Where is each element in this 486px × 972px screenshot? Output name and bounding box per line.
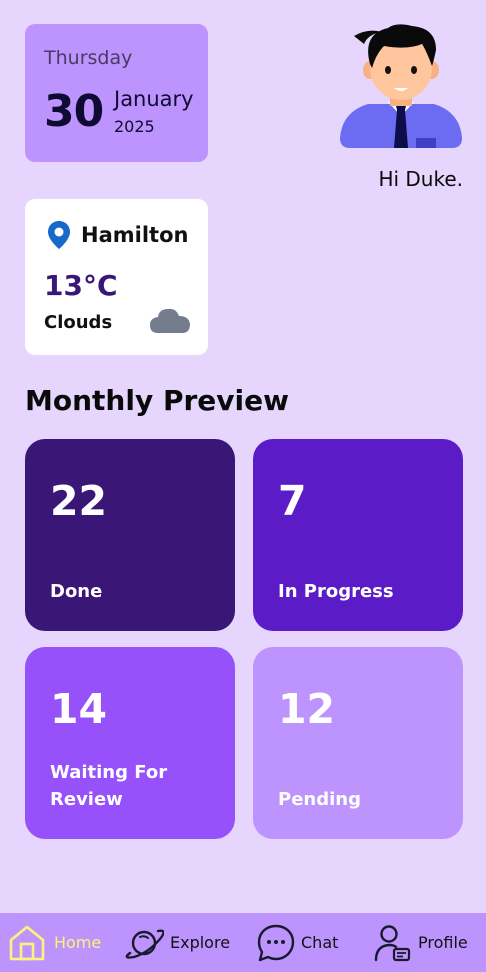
- weather-city: Hamilton: [81, 223, 189, 247]
- date-card: Thursday 30 January 2025: [25, 24, 208, 162]
- avatar[interactable]: [338, 20, 464, 152]
- date-weekday: Thursday: [44, 47, 133, 69]
- stat-tile-done[interactable]: 22 Done: [25, 439, 235, 631]
- stat-count: 7: [278, 477, 307, 525]
- nav-item-chat[interactable]: Chat: [257, 913, 338, 972]
- profile-icon: [374, 924, 411, 961]
- section-title: Monthly Preview: [25, 384, 289, 417]
- stat-label: Pending: [278, 789, 361, 810]
- stat-count: 14: [50, 685, 108, 733]
- stat-label: Done: [50, 581, 103, 602]
- stat-count: 22: [50, 477, 108, 525]
- nav-item-home[interactable]: Home: [8, 913, 101, 972]
- nav-label-chat: Chat: [301, 933, 339, 952]
- date-month: January: [114, 87, 194, 111]
- stat-label: In Progress: [278, 581, 394, 602]
- nav-item-explore[interactable]: Explore: [124, 913, 230, 972]
- date-year: 2025: [114, 117, 155, 136]
- stat-tile-waiting-for-review[interactable]: 14 Waiting For Review: [25, 647, 235, 839]
- location-pin-icon: [48, 221, 70, 249]
- bottom-nav: Home Explore Chat Profile: [0, 913, 486, 972]
- home-icon: [9, 925, 45, 960]
- weather-temperature: 13°C: [44, 269, 118, 302]
- nav-label-home: Home: [54, 933, 102, 952]
- stat-count: 12: [278, 685, 336, 733]
- weather-card: Hamilton 13°C Clouds: [25, 199, 208, 355]
- chat-bubble-icon: [257, 924, 295, 961]
- nav-item-profile[interactable]: Profile: [374, 913, 468, 972]
- date-day: 30: [44, 86, 104, 137]
- nav-label-explore: Explore: [170, 933, 231, 952]
- greeting-text: Hi Duke.: [378, 167, 463, 191]
- nav-label-profile: Profile: [418, 933, 468, 952]
- planet-icon: [125, 928, 164, 959]
- stat-tile-in-progress[interactable]: 7 In Progress: [253, 439, 463, 631]
- stat-tile-pending[interactable]: 12 Pending: [253, 647, 463, 839]
- weather-condition: Clouds: [44, 312, 113, 333]
- stat-label: Waiting For Review: [50, 762, 168, 810]
- cloud-icon: [150, 308, 190, 333]
- home-screen: Thursday 30 January 2025 Hi Duke. Hamilt…: [0, 0, 486, 972]
